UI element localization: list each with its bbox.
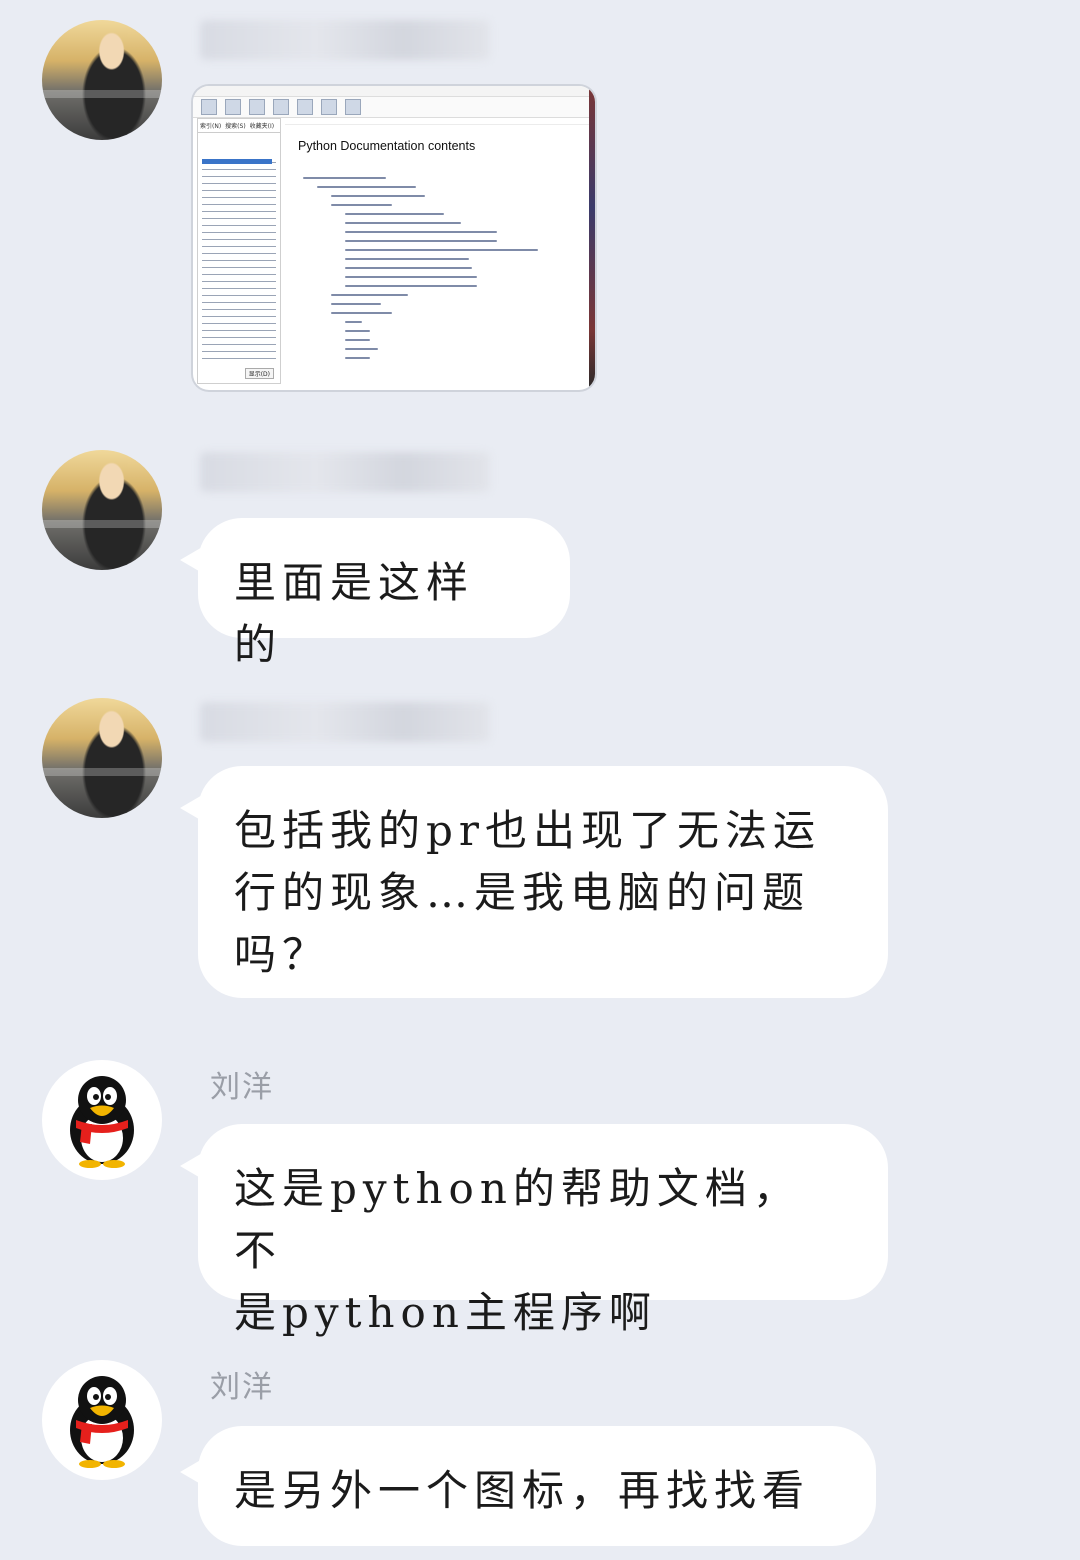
message-text: 里面是这样的 (234, 558, 475, 669)
penguin-icon (70, 1076, 134, 1168)
sender-name-redacted (200, 20, 490, 60)
message-bubble[interactable]: 是另外一个图标，再找找看 (198, 1426, 876, 1546)
toolbar-icon (201, 99, 217, 115)
help-tabs: 索引(N) 搜索(S) 收藏夹(I) (198, 119, 280, 133)
help-tab: 收藏夹(I) (249, 123, 275, 130)
avatar[interactable] (42, 450, 162, 570)
help-breadcrumb (285, 118, 589, 125)
message-text-line: 这是python的帮助文档，不 (234, 1164, 801, 1275)
message-bubble[interactable]: 包括我的pr也出现了无法运 行的现象…是我电脑的问题 吗？ (198, 766, 888, 998)
message-text: 是另外一个图标，再找找看 (234, 1466, 811, 1515)
help-tab: 搜索(S) (225, 123, 246, 130)
image-attachment[interactable]: 索引(N) 搜索(S) 收藏夹(I) 显示(D) Python Document… (193, 86, 595, 390)
message-bubble[interactable]: 这是python的帮助文档，不 是python主程序啊 (198, 1124, 888, 1337)
avatar[interactable] (42, 698, 162, 818)
toolbar-icon (225, 99, 241, 115)
message-text-line: 吗？ (234, 930, 331, 979)
avatar[interactable] (42, 20, 162, 140)
sender-name-redacted (200, 702, 490, 742)
help-content-pane: Python Documentation contents (285, 118, 589, 390)
toolbar-icon (345, 99, 361, 115)
avatar[interactable] (42, 1060, 162, 1180)
help-index-list (202, 159, 276, 365)
sender-name: 刘洋 (210, 1370, 274, 1405)
toolbar-icon (273, 99, 289, 115)
message-text-line: 是python主程序啊 (234, 1288, 657, 1337)
image-toolbar (193, 97, 595, 118)
toolbar-icon (297, 99, 313, 115)
penguin-icon (70, 1376, 134, 1468)
message-text-line: 包括我的pr也出现了无法运 (234, 806, 821, 855)
help-tab: 索引(N) (200, 123, 222, 130)
avatar[interactable] (42, 1360, 162, 1480)
help-toc (303, 170, 579, 390)
sender-name: 刘洋 (210, 1070, 274, 1105)
sender-name-redacted (200, 452, 490, 492)
display-button: 显示(D) (244, 368, 274, 379)
toolbar-icon (321, 99, 337, 115)
help-index-pane: 索引(N) 搜索(S) 收藏夹(I) 显示(D) (197, 118, 281, 384)
message-bubble[interactable]: 里面是这样的 (198, 518, 570, 669)
image-edge (589, 86, 595, 390)
toolbar-icon (249, 99, 265, 115)
message-text-line: 行的现象…是我电脑的问题 (234, 868, 811, 917)
help-page-title: Python Documentation contents (298, 139, 476, 153)
image-titlebar (193, 86, 595, 97)
